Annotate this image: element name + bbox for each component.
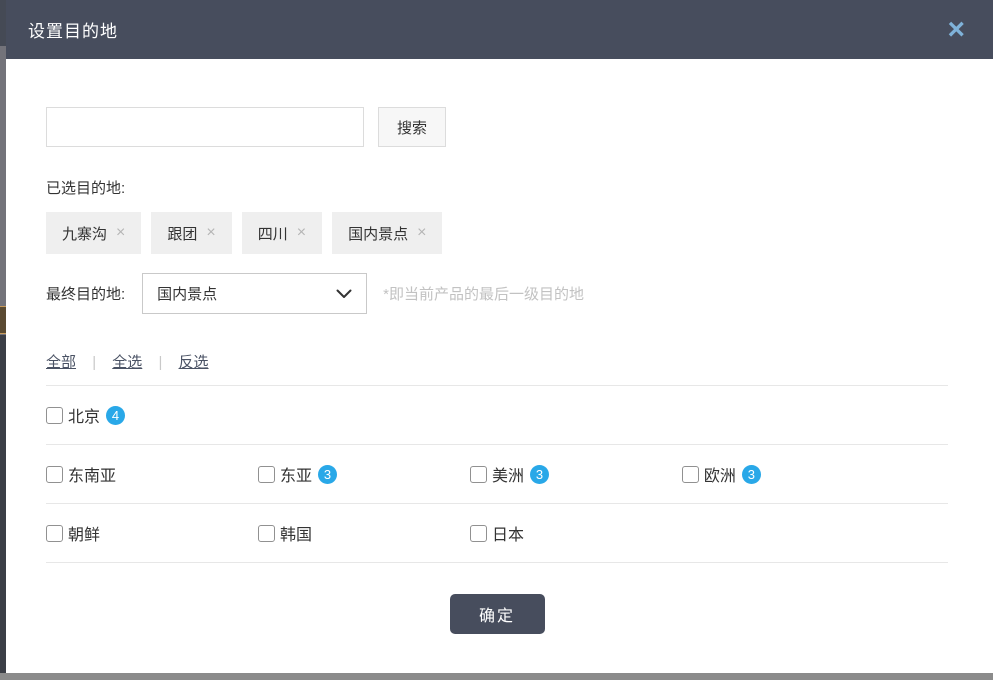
tag-gentuan[interactable]: 跟团 × bbox=[151, 212, 231, 254]
selection-links-row: 全部 | 全选 | 反选 bbox=[46, 351, 948, 386]
destination-row: 东南亚 东亚 3 美洲 3 欧洲 3 bbox=[46, 445, 948, 504]
tag-remove-icon[interactable]: × bbox=[206, 224, 215, 242]
dialog-body: 搜索 已选目的地: 九寨沟 × 跟团 × 四川 × 国内景点 × 最终目的地: bbox=[6, 107, 993, 634]
link-all[interactable]: 全部 bbox=[46, 354, 76, 371]
search-input[interactable] bbox=[46, 107, 364, 147]
final-destination-hint: *即当前产品的最后一级目的地 bbox=[383, 283, 584, 304]
destination-item-southeast-asia[interactable]: 东南亚 bbox=[46, 462, 258, 486]
destination-label: 美洲 bbox=[492, 462, 524, 486]
checkbox-north-korea[interactable] bbox=[46, 525, 63, 542]
dialog-footer: 确定 bbox=[46, 594, 948, 634]
destination-label: 日本 bbox=[492, 521, 524, 545]
destination-label: 北京 bbox=[68, 403, 100, 427]
count-badge: 3 bbox=[318, 465, 337, 484]
checkbox-americas[interactable] bbox=[470, 466, 487, 483]
destination-item-japan[interactable]: 日本 bbox=[470, 521, 682, 545]
destination-row: 朝鲜 韩国 日本 bbox=[46, 504, 948, 563]
count-badge: 3 bbox=[742, 465, 761, 484]
selected-tags-row: 九寨沟 × 跟团 × 四川 × 国内景点 × bbox=[46, 212, 948, 254]
checkbox-east-asia[interactable] bbox=[258, 466, 275, 483]
dialog-header: 设置目的地 × bbox=[6, 0, 993, 59]
background-page-bottom-edge bbox=[0, 673, 993, 680]
selected-destinations-label: 已选目的地: bbox=[46, 177, 948, 198]
link-separator: | bbox=[92, 354, 96, 371]
final-destination-label: 最终目的地: bbox=[46, 283, 125, 304]
tag-sichuan[interactable]: 四川 × bbox=[242, 212, 322, 254]
destination-item-south-korea[interactable]: 韩国 bbox=[258, 521, 470, 545]
count-badge: 3 bbox=[530, 465, 549, 484]
tag-remove-icon[interactable]: × bbox=[417, 224, 426, 242]
link-invert-selection[interactable]: 反选 bbox=[179, 354, 209, 371]
confirm-button[interactable]: 确定 bbox=[450, 594, 545, 634]
destination-item-east-asia[interactable]: 东亚 3 bbox=[258, 462, 470, 486]
destination-item-north-korea[interactable]: 朝鲜 bbox=[46, 521, 258, 545]
final-destination-select[interactable]: 国内景点 bbox=[142, 273, 367, 314]
tag-label: 跟团 bbox=[167, 223, 197, 244]
destination-row: 北京 4 bbox=[46, 386, 948, 445]
set-destination-dialog: 设置目的地 × 搜索 已选目的地: 九寨沟 × 跟团 × 四川 × 国内景点 × bbox=[6, 0, 993, 673]
destination-label: 东亚 bbox=[280, 462, 312, 486]
destination-label: 韩国 bbox=[280, 521, 312, 545]
search-row: 搜索 bbox=[46, 107, 948, 147]
checkbox-japan[interactable] bbox=[470, 525, 487, 542]
destination-item-europe[interactable]: 欧洲 3 bbox=[682, 462, 894, 486]
close-icon[interactable]: × bbox=[947, 15, 965, 45]
tag-label: 九寨沟 bbox=[62, 223, 107, 244]
final-destination-value: 国内景点 bbox=[157, 283, 217, 304]
count-badge: 4 bbox=[106, 406, 125, 425]
tag-guonei-jingdian[interactable]: 国内景点 × bbox=[332, 212, 442, 254]
checkbox-europe[interactable] bbox=[682, 466, 699, 483]
destination-label: 欧洲 bbox=[704, 462, 736, 486]
destination-label: 朝鲜 bbox=[68, 521, 100, 545]
link-separator: | bbox=[158, 354, 162, 371]
tag-remove-icon[interactable]: × bbox=[116, 224, 125, 242]
checkbox-south-korea[interactable] bbox=[258, 525, 275, 542]
tag-label: 国内景点 bbox=[348, 223, 408, 244]
checkbox-beijing[interactable] bbox=[46, 407, 63, 424]
tag-jiuzhaigou[interactable]: 九寨沟 × bbox=[46, 212, 141, 254]
destination-item-beijing[interactable]: 北京 4 bbox=[46, 403, 258, 427]
checkbox-southeast-asia[interactable] bbox=[46, 466, 63, 483]
tag-label: 四川 bbox=[258, 223, 288, 244]
final-destination-row: 最终目的地: 国内景点 *即当前产品的最后一级目的地 bbox=[46, 273, 948, 314]
dialog-title: 设置目的地 bbox=[28, 17, 118, 42]
link-select-all[interactable]: 全选 bbox=[112, 354, 142, 371]
destination-item-americas[interactable]: 美洲 3 bbox=[470, 462, 682, 486]
tag-remove-icon[interactable]: × bbox=[297, 224, 306, 242]
chevron-down-icon bbox=[336, 289, 352, 299]
destination-label: 东南亚 bbox=[68, 462, 116, 486]
search-button[interactable]: 搜索 bbox=[378, 107, 446, 147]
